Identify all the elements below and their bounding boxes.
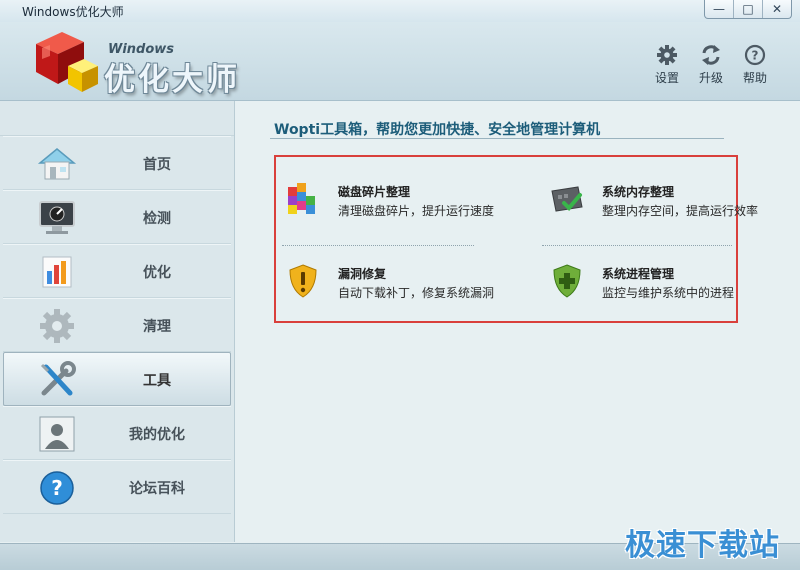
help-button[interactable]: ? 帮助 <box>735 44 775 86</box>
minimize-button[interactable]: — <box>705 0 733 18</box>
logo-title: 优化大师 <box>104 62 240 98</box>
tool-process-manager[interactable]: 系统进程管理 监控与维护系统中的进程 <box>546 261 766 307</box>
memory-icon <box>551 186 583 212</box>
help-label: 帮助 <box>742 71 767 85</box>
tool-name: 漏洞修复 <box>338 267 387 281</box>
title-bar[interactable]: Windows优化大师 — □ ✕ <box>0 0 800 22</box>
page-title: Wopti工具箱，帮助您更加快捷、安全地管理计算机 <box>274 122 601 138</box>
tool-name: 系统内存整理 <box>602 185 675 199</box>
sidebar-item-clean[interactable]: 清理 <box>3 298 231 352</box>
app-window: Windows优化大师 — □ ✕ Windows 优化大师 设置 升级 ? 帮… <box>0 0 800 570</box>
sidebar-label-detect: 检测 <box>143 211 171 227</box>
sidebar-label-my-optimize: 我的优化 <box>129 427 185 443</box>
monitor-icon <box>39 201 75 234</box>
settings-button[interactable]: 设置 <box>647 44 687 86</box>
sidebar-label-tools: 工具 <box>143 373 171 389</box>
sidebar-item-detect[interactable]: 检测 <box>3 190 231 244</box>
close-button[interactable]: ✕ <box>762 0 791 18</box>
user-icon <box>39 416 75 452</box>
sidebar-item-home[interactable]: 首页 <box>3 136 231 190</box>
settings-label: 设置 <box>654 71 679 85</box>
gear-icon <box>40 309 74 343</box>
tool-desc: 清理磁盘碎片，提升运行速度 <box>338 204 495 218</box>
sidebar-label-clean: 清理 <box>143 319 171 335</box>
tool-desc: 监控与维护系统中的进程 <box>602 286 735 300</box>
window-title: Windows优化大师 <box>22 5 124 19</box>
upgrade-button[interactable]: 升级 <box>691 44 731 86</box>
sidebar-item-optimize[interactable]: 优化 <box>3 244 231 298</box>
main-panel: Wopti工具箱，帮助您更加快捷、安全地管理计算机 磁盘碎片整理 清理磁盘碎片，… <box>236 101 800 542</box>
sidebar-item-my-optimize[interactable]: 我的优化 <box>3 406 231 460</box>
bar-chart-icon <box>42 256 72 288</box>
sidebar-item-tools[interactable]: 工具 <box>3 352 231 406</box>
title-divider <box>270 138 724 139</box>
sidebar: 首页 检测 优化 清理 工具 我的优化 ? 论坛百科 <box>0 101 235 542</box>
dotted-divider <box>282 245 474 247</box>
watermark: 极速下载站 <box>625 528 780 563</box>
toolbox-area: 磁盘碎片整理 清理磁盘碎片，提升运行速度 系统内存整理 整理内存空间，提高运行效… <box>274 155 758 323</box>
tool-name: 系统进程管理 <box>602 267 675 281</box>
tool-memory[interactable]: 系统内存整理 整理内存空间，提高运行效率 <box>546 179 766 225</box>
question-icon: ? <box>40 471 74 505</box>
warning-shield-icon <box>289 264 317 298</box>
wrench-icon <box>40 361 76 396</box>
help-icon: ? <box>744 44 766 66</box>
gear-icon <box>657 45 677 65</box>
window-controls: — □ ✕ <box>704 0 792 19</box>
logo-cube-icon <box>36 32 98 92</box>
maximize-button[interactable]: □ <box>733 0 762 18</box>
tool-vulnerability-fix[interactable]: 漏洞修复 自动下载补丁，修复系统漏洞 <box>282 261 502 307</box>
sidebar-label-optimize: 优化 <box>143 265 171 281</box>
home-icon <box>37 148 77 180</box>
tool-disk-defrag[interactable]: 磁盘碎片整理 清理磁盘碎片，提升运行速度 <box>282 179 502 225</box>
dotted-divider <box>542 245 732 247</box>
disk-defrag-icon <box>288 183 315 214</box>
process-shield-icon <box>553 264 581 298</box>
tool-desc: 整理内存空间，提高运行效率 <box>602 204 759 218</box>
sidebar-label-home: 首页 <box>143 157 171 173</box>
sidebar-item-forum[interactable]: ? 论坛百科 <box>3 460 231 514</box>
sidebar-label-forum: 论坛百科 <box>129 481 185 497</box>
sidebar-spacer <box>0 101 234 136</box>
refresh-icon <box>702 45 720 65</box>
upgrade-label: 升级 <box>698 71 723 85</box>
svg-text:?: ? <box>51 476 63 500</box>
tool-name: 磁盘碎片整理 <box>338 185 411 199</box>
tool-desc: 自动下载补丁，修复系统漏洞 <box>338 286 495 300</box>
svg-text:?: ? <box>752 49 759 63</box>
header: Windows 优化大师 设置 升级 ? 帮助 <box>0 22 800 101</box>
